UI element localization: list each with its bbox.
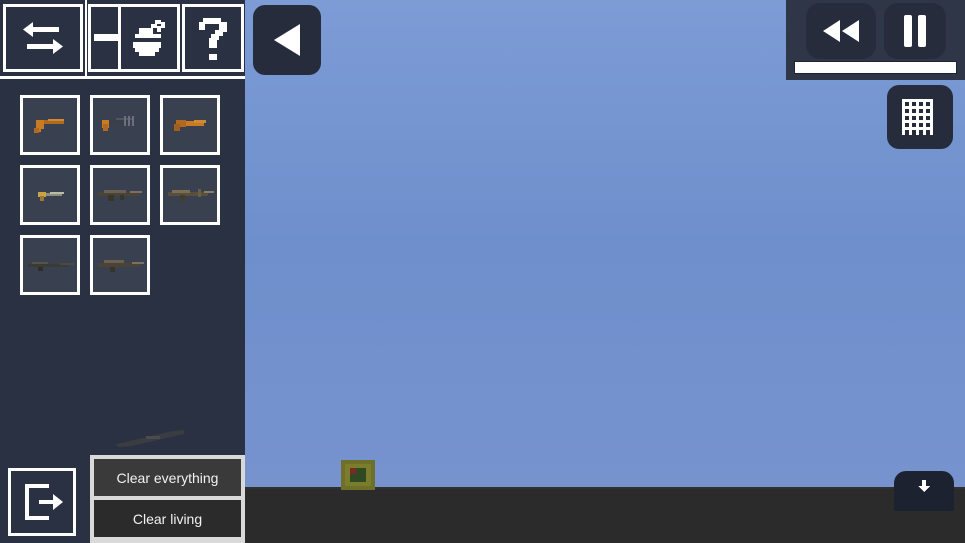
clear-actions-panel: Clear everything Clear living	[90, 455, 245, 543]
grid-icon	[899, 96, 941, 138]
exit-button[interactable]	[8, 468, 76, 536]
swap-icon	[19, 18, 67, 58]
inventory-slot-machine-pistol[interactable]	[90, 95, 150, 155]
toolbar-underline	[0, 76, 245, 79]
inventory-slot-sawed-off[interactable]	[160, 95, 220, 155]
swap-button[interactable]	[3, 4, 83, 72]
world-entity-crate[interactable]	[341, 460, 375, 490]
game-viewport[interactable]	[245, 0, 965, 543]
grenade-icon	[127, 16, 171, 60]
inventory-slot-sniper-rifle[interactable]	[20, 235, 80, 295]
loose-weapon-sprite	[112, 428, 192, 457]
ground	[245, 487, 965, 543]
inventory-slot-smg[interactable]	[20, 165, 80, 225]
inventory-slot-assault-rifle[interactable]	[90, 165, 150, 225]
help-icon	[193, 14, 233, 62]
triangle-left-icon	[270, 21, 304, 59]
clear-everything-button[interactable]: Clear everything	[94, 459, 241, 496]
toolbar-divider	[85, 0, 87, 78]
exit-icon	[19, 480, 65, 524]
back-button[interactable]	[253, 5, 321, 75]
timeline-fill	[795, 62, 956, 73]
rewind-button[interactable]	[806, 3, 876, 59]
timeline-slider[interactable]	[794, 61, 957, 74]
toolbar-underline-gap	[0, 82, 245, 84]
rewind-icon	[819, 18, 863, 44]
app-root: Clear everything Clear living	[0, 0, 965, 543]
collapse-hud-button[interactable]	[894, 471, 954, 511]
inventory-grid	[20, 95, 245, 305]
sidebar: Clear everything Clear living	[0, 0, 245, 543]
help-button[interactable]	[182, 4, 244, 72]
grid-toggle-button[interactable]	[887, 85, 953, 149]
playback-hud	[786, 0, 965, 80]
grenade-button[interactable]	[118, 4, 180, 72]
pause-button[interactable]	[884, 3, 946, 59]
crate-marker	[350, 468, 356, 474]
inventory-slot-pistol[interactable]	[20, 95, 80, 155]
sidebar-toolbar	[0, 0, 245, 84]
inventory-slot-battle-rifle[interactable]	[160, 165, 220, 225]
inventory-slot-heavy-rifle[interactable]	[90, 235, 150, 295]
chevron-down-icon	[917, 479, 931, 493]
pause-icon	[900, 14, 930, 48]
clear-living-button[interactable]: Clear living	[94, 500, 241, 537]
